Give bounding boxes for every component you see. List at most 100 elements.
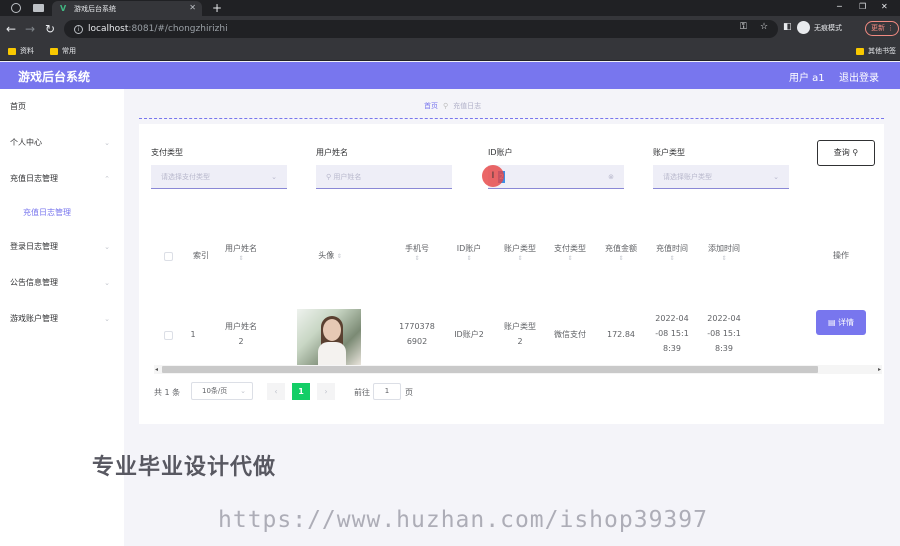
side-panel-icon[interactable]: ◧ [783,22,792,32]
sort-icon[interactable]: ⇕ [547,255,593,263]
account-type-select[interactable]: 请选择账户类型 ⌄ [653,165,789,189]
cell-id-account: ID账户2 [454,330,484,339]
account-type-label: 账户类型 [653,148,685,157]
url-path: :8081/#/chongzhirizhi [128,24,228,34]
column-header-account-type[interactable]: 账户类型 ⇕ [497,242,543,263]
key-icon[interactable]: ⚿ [740,22,747,32]
column-header-id-account[interactable]: ID账户 ⇕ [447,242,491,263]
sort-icon[interactable]: ⇕ [447,255,491,263]
breadcrumb-separator-icon: ⚲ [443,102,449,110]
id-account-input[interactable]: 2 ⊗ [488,165,624,189]
chevron-up-icon: ⌃ [104,175,110,183]
sidebar-item-home[interactable]: 首页 [0,97,124,117]
back-icon[interactable]: ← [6,21,16,37]
column-header-add-time[interactable]: 添加时间 ⇕ [701,242,747,263]
sort-icon[interactable]: ⇕ [217,255,265,263]
cell-pay-type: 微信支付 [554,330,586,339]
divider [139,118,884,119]
account-type-placeholder: 请选择账户类型 [663,173,712,181]
watermark-url: https://www.huzhan.com/ishop39397 [218,507,708,533]
other-bookmarks[interactable]: 其他书签 [856,46,896,56]
column-header-phone[interactable]: 手机号 ⇕ [395,242,439,263]
sort-icon[interactable]: ⇕ [497,255,543,263]
cell-amount: 172.84 [607,330,635,339]
cell-add-time: 2022-04 -08 15:1 8:39 [707,314,741,353]
sort-icon[interactable]: ⇕ [701,255,747,263]
reload-icon[interactable]: ↻ [45,21,55,37]
user-name-label: 用户姓名 [316,148,348,157]
sidebar-item-announcement[interactable]: 公告信息管理 ⌄ [0,273,124,293]
detail-button[interactable]: ▤ 详情 [816,310,866,335]
horizontal-scrollbar[interactable]: ◂ ▸ [154,365,882,374]
logout-link[interactable]: 退出登录 [839,69,879,84]
pay-type-placeholder: 请选择支付类型 [161,173,210,181]
page-unit-label: 页 [405,388,413,397]
page-size-select[interactable]: 10条/页 ⌄ [191,382,253,400]
column-header-avatar[interactable]: 头像 ⇕ [305,249,355,263]
pay-type-select[interactable]: 请选择支付类型 ⌄ [151,165,287,189]
query-label: 查询 [833,148,850,157]
bookmark-folder-changyong[interactable]: 常用 [50,46,76,56]
column-header-pay-type[interactable]: 支付类型 ⇕ [547,242,593,263]
tab-close-icon[interactable]: ✕ [189,3,196,12]
pay-type-label: 支付类型 [151,148,183,157]
scrollbar-thumb[interactable] [162,366,818,373]
update-label: 更新 [871,24,885,32]
next-page-button[interactable]: › [317,383,335,400]
tab-title: 游戏后台系统 [74,4,116,13]
sidebar-subitem-recharge-log[interactable]: 充值日志管理 [0,203,124,223]
sidebar-item-recharge-log[interactable]: 充值日志管理 ⌃ [0,169,124,189]
maximize-icon[interactable]: ❐ [859,0,866,14]
browser-tab[interactable]: V 游戏后台系统 ✕ [52,1,202,16]
user-name-input[interactable]: ⚲ 用户姓名 [316,165,452,189]
sidebar-item-personal-center[interactable]: 个人中心 ⌄ [0,133,124,153]
goto-page-input[interactable]: 1 [373,383,401,400]
sidebar-item-game-account[interactable]: 游戏账户管理 ⌄ [0,309,124,329]
tab-search-icon[interactable] [33,4,44,12]
browser-tab-strip: V 游戏后台系统 ✕ + ─ ❐ ✕ [0,0,900,16]
globe-icon[interactable] [11,3,21,13]
scroll-right-icon[interactable]: ▸ [878,365,881,374]
sort-icon[interactable]: ⇕ [395,255,439,263]
column-header-user-name[interactable]: 用户姓名 ⇕ [217,242,265,263]
search-icon: ⚲ [852,148,859,157]
cell-index: 1 [190,330,196,339]
column-header-charge-time[interactable]: 充值时间 ⇕ [649,242,695,263]
sort-icon[interactable]: ⇕ [597,255,645,263]
breadcrumb-home[interactable]: 首页 [424,101,438,111]
sidebar-item-label: 游戏账户管理 [10,314,58,323]
app-header: 游戏后台系统 用户 a1 退出登录 [0,62,900,89]
bookmark-label: 常用 [62,47,76,55]
column-header-amount[interactable]: 充值金额 ⇕ [597,242,645,263]
update-button[interactable]: 更新 ⋮ [865,21,899,36]
detail-label: 详情 [838,318,855,327]
prev-page-button[interactable]: ‹ [267,383,285,400]
minimize-icon[interactable]: ─ [837,0,842,14]
chevron-down-icon: ⌄ [104,139,110,147]
close-window-icon[interactable]: ✕ [881,0,888,14]
sidebar-item-login-log[interactable]: 登录日志管理 ⌄ [0,237,124,257]
search-icon: ⚲ [326,173,332,181]
cell-phone: 1770378 6902 [399,322,435,346]
incognito-indicator[interactable]: 无痕模式 [797,21,842,34]
sort-icon[interactable]: ⇕ [337,253,342,260]
cell-account-type: 账户类型 2 [504,322,536,346]
text-cursor-icon: I [482,165,504,187]
forward-icon[interactable]: → [25,21,35,37]
site-info-icon[interactable]: i [74,25,83,34]
new-tab-button[interactable]: + [212,0,222,16]
url-bar[interactable]: i localhost:8081/#/chongzhirizhi [64,20,778,38]
scroll-left-icon[interactable]: ◂ [155,365,158,374]
bookmark-star-icon[interactable]: ☆ [760,22,768,32]
clear-icon[interactable]: ⊗ [608,165,614,189]
select-all-checkbox[interactable] [164,252,173,261]
folder-icon [50,47,58,55]
bookmark-folder-ziliao[interactable]: 资料 [8,46,34,56]
bookmark-label: 资料 [20,47,34,55]
query-button[interactable]: 查询 ⚲ [817,140,875,166]
sort-icon[interactable]: ⇕ [649,255,695,263]
current-user: 用户 a1 [789,73,825,84]
row-checkbox[interactable] [164,331,173,340]
breadcrumb: 首页 ⚲ 充值日志 [424,101,481,111]
page-number-button[interactable]: 1 [292,383,310,400]
